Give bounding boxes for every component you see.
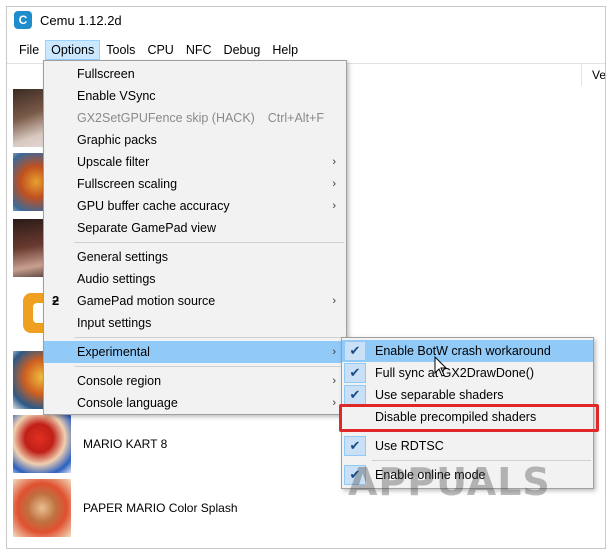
menu-item-upscale-filter[interactable]: Upscale filter › bbox=[44, 151, 346, 173]
menu-nfc[interactable]: NFC bbox=[180, 40, 218, 60]
menu-options[interactable]: Options bbox=[45, 40, 101, 60]
game-title: MARIO KART 8 bbox=[83, 437, 168, 451]
window-title: Cemu 1.12.2d bbox=[40, 12, 122, 28]
game-row[interactable]: PAPER MARIO Color Splash bbox=[13, 477, 353, 539]
checkmark-icon: ✔ bbox=[344, 436, 366, 456]
watermark-logo: APPUALS bbox=[348, 460, 551, 504]
submenu-arrow-icon: › bbox=[332, 156, 336, 168]
menu-item-general-settings[interactable]: General settings bbox=[44, 246, 346, 268]
gamepad-motion-icon: ƻ bbox=[52, 293, 60, 308]
menu-item-gx2setgpufence-skip[interactable]: GX2SetGPUFence skip (HACK) Ctrl+Alt+F bbox=[44, 107, 346, 129]
menu-item-use-rdtsc[interactable]: ✔ Use RDTSC bbox=[342, 435, 593, 457]
menu-item-fullscreen[interactable]: Fullscreen bbox=[44, 63, 346, 85]
menu-item-experimental[interactable]: Experimental › bbox=[44, 341, 346, 363]
game-thumbnail bbox=[13, 415, 71, 473]
menu-item-input-settings[interactable]: Input settings bbox=[44, 312, 346, 334]
menu-file[interactable]: File bbox=[13, 40, 45, 60]
menu-item-console-language[interactable]: Console language › bbox=[44, 392, 346, 414]
menu-separator bbox=[74, 242, 344, 243]
menu-cpu[interactable]: CPU bbox=[141, 40, 179, 60]
menu-item-use-separable-shaders[interactable]: ✔ Use separable shaders bbox=[342, 384, 593, 406]
game-thumbnail bbox=[13, 479, 71, 537]
menu-separator bbox=[74, 366, 344, 367]
menu-item-full-sync-gx2drawdone[interactable]: ✔ Full sync at GX2DrawDone() bbox=[342, 362, 593, 384]
column-header-version[interactable]: Ve bbox=[581, 64, 605, 86]
checkmark-icon: ✔ bbox=[344, 341, 366, 361]
menu-item-console-region[interactable]: Console region › bbox=[44, 370, 346, 392]
menu-item-gpu-buffer-cache-accuracy[interactable]: GPU buffer cache accuracy › bbox=[44, 195, 346, 217]
menu-item-graphic-packs[interactable]: Graphic packs bbox=[44, 129, 346, 151]
submenu-arrow-icon: › bbox=[332, 375, 336, 387]
menu-separator bbox=[74, 337, 344, 338]
menu-bar: File Options Tools CPU NFC Debug Help bbox=[7, 39, 304, 61]
title-bar: C Cemu 1.12.2d bbox=[7, 7, 605, 33]
menu-item-gamepad-motion-source[interactable]: ƻ GamePad motion source › bbox=[44, 290, 346, 312]
submenu-arrow-icon: › bbox=[332, 178, 336, 190]
menu-help[interactable]: Help bbox=[266, 40, 304, 60]
checkmark-icon: ✔ bbox=[344, 363, 366, 383]
menu-tools[interactable]: Tools bbox=[100, 40, 141, 60]
submenu-arrow-icon: › bbox=[332, 295, 336, 307]
menu-debug[interactable]: Debug bbox=[218, 40, 267, 60]
menu-item-fullscreen-scaling[interactable]: Fullscreen scaling › bbox=[44, 173, 346, 195]
submenu-arrow-icon: › bbox=[332, 346, 336, 358]
menu-item-enable-vsync[interactable]: Enable VSync bbox=[44, 85, 346, 107]
callout-highlight-box bbox=[339, 404, 599, 432]
checkmark-icon: ✔ bbox=[344, 385, 366, 405]
options-dropdown-menu: Fullscreen Enable VSync GX2SetGPUFence s… bbox=[43, 60, 347, 415]
submenu-arrow-icon: › bbox=[332, 200, 336, 212]
menu-item-audio-settings[interactable]: Audio settings bbox=[44, 268, 346, 290]
shortcut-text: Ctrl+Alt+F bbox=[267, 111, 324, 125]
game-title: PAPER MARIO Color Splash bbox=[83, 501, 238, 515]
submenu-arrow-icon: › bbox=[332, 397, 336, 409]
menu-item-enable-botw-crash-workaround[interactable]: ✔ Enable BotW crash workaround bbox=[342, 340, 593, 362]
menu-item-separate-gamepad-view[interactable]: Separate GamePad view bbox=[44, 217, 346, 239]
cemu-app-icon: C bbox=[14, 11, 32, 29]
game-row[interactable]: MARIO KART 8 bbox=[13, 413, 353, 475]
